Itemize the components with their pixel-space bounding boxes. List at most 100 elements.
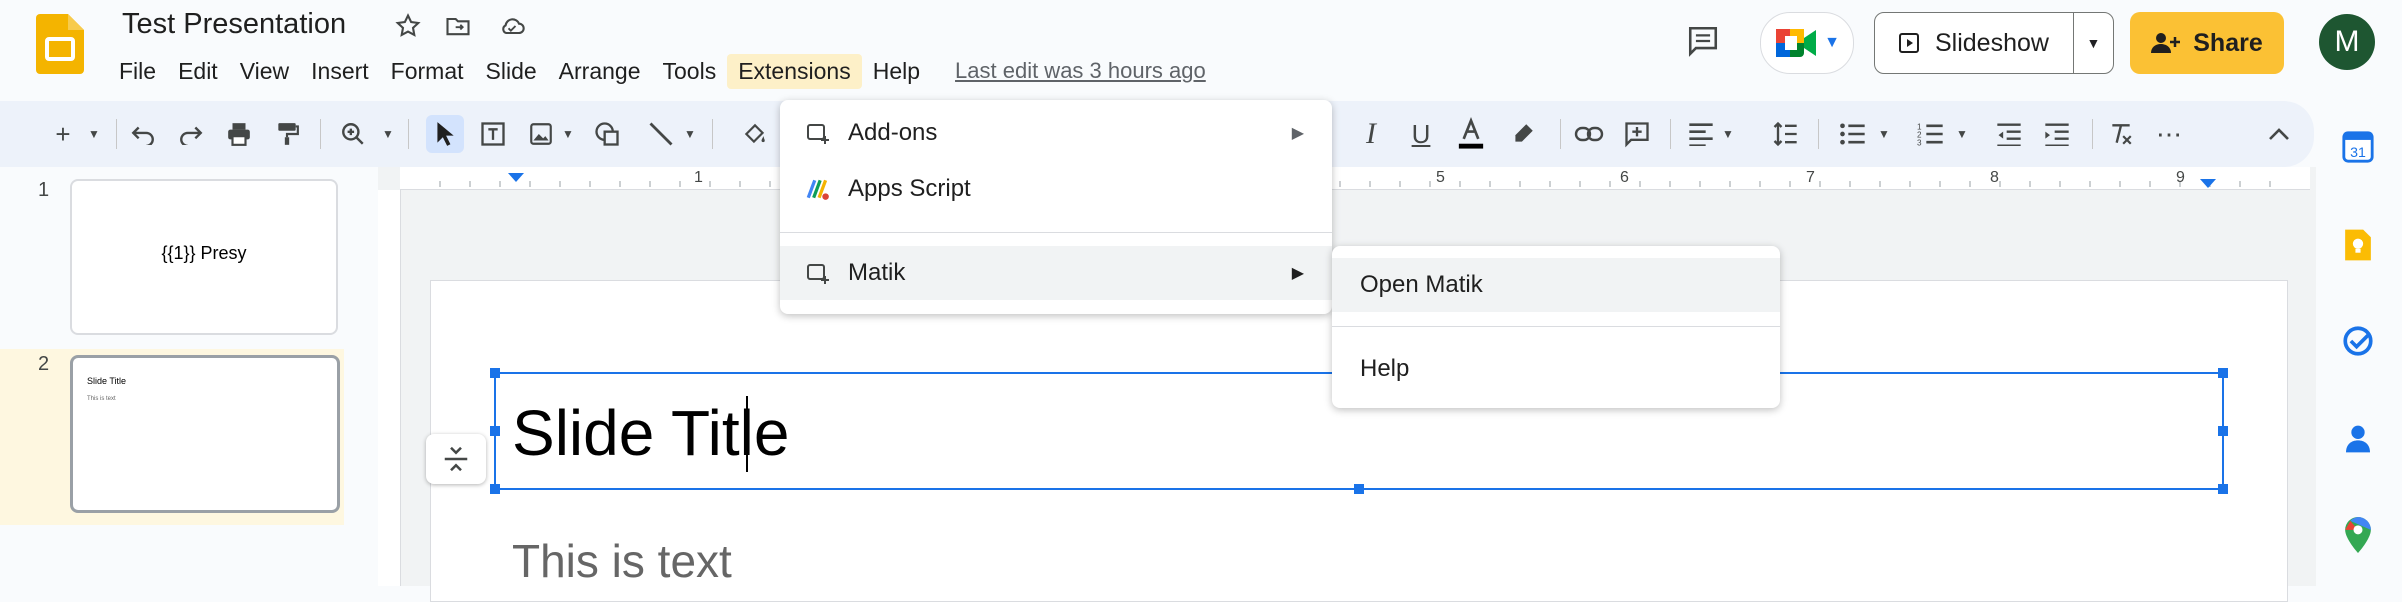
zoom-dropdown-icon[interactable]: ▼	[378, 115, 398, 153]
tasks-icon[interactable]	[2336, 319, 2380, 363]
resize-handle[interactable]	[490, 484, 500, 494]
insert-link-icon[interactable]	[1570, 115, 1608, 153]
matik-submenu: Open Matik Help	[1332, 246, 1780, 408]
toolbar-divider	[712, 119, 713, 149]
thumbnail-body: This is text	[87, 396, 116, 402]
menu-extensions[interactable]: Extensions	[727, 53, 862, 89]
menu-tools[interactable]: Tools	[652, 54, 728, 89]
move-to-folder-icon[interactable]	[442, 10, 474, 42]
line-icon[interactable]	[642, 115, 680, 153]
text-box-icon[interactable]	[474, 115, 512, 153]
menu-item-open-matik[interactable]: Open Matik	[1332, 258, 1780, 312]
slideshow-options-button[interactable]: ▼	[2072, 13, 2113, 73]
last-edit-link[interactable]: Last edit was 3 hours ago	[955, 58, 1206, 84]
ruler-label: 1	[694, 169, 703, 186]
collapse-menus-icon[interactable]	[2260, 115, 2298, 153]
fill-color-icon[interactable]	[736, 115, 774, 153]
ruler-label: 5	[1436, 169, 1445, 186]
line-spacing-icon[interactable]	[1766, 115, 1804, 153]
new-slide-dropdown-icon[interactable]: ▼	[84, 115, 104, 153]
underline-icon[interactable]: U	[1402, 115, 1440, 153]
slide-thumbnail-2[interactable]: Slide Title This is text	[70, 355, 340, 513]
more-options-icon[interactable]: ⋯	[2150, 115, 2188, 153]
slide-thumbnail-1[interactable]: {{1}} Presy	[70, 179, 338, 335]
toolbar-divider	[1560, 119, 1561, 149]
menu-item-apps-script[interactable]: Apps Script	[780, 162, 1332, 216]
resize-handle[interactable]	[1354, 484, 1364, 494]
slide-number: 2	[38, 353, 50, 375]
document-title[interactable]: Test Presentation	[122, 8, 346, 41]
resize-handle[interactable]	[2218, 368, 2228, 378]
menu-insert[interactable]: Insert	[300, 54, 380, 89]
menu-divider	[780, 232, 1332, 233]
new-slide-icon[interactable]: +	[44, 115, 82, 153]
menu-file[interactable]: File	[108, 54, 167, 89]
star-icon[interactable]	[392, 10, 424, 42]
autofit-button[interactable]	[426, 434, 486, 484]
decrease-indent-icon[interactable]	[1990, 115, 2028, 153]
menu-help[interactable]: Help	[862, 54, 931, 89]
menu-item-matik[interactable]: Matik ▶	[780, 246, 1332, 300]
menu-item-add-ons[interactable]: Add-ons ▶	[780, 106, 1332, 160]
calendar-icon[interactable]: 31	[2336, 125, 2380, 169]
ruler-label: 7	[1806, 169, 1815, 186]
increase-indent-icon[interactable]	[2038, 115, 2076, 153]
resize-handle[interactable]	[490, 426, 500, 436]
vertical-align-icon	[444, 446, 468, 472]
menu-edit[interactable]: Edit	[167, 54, 229, 89]
add-comment-icon[interactable]	[1618, 115, 1656, 153]
insert-image-icon[interactable]	[522, 115, 560, 153]
share-button[interactable]: Share	[2130, 12, 2284, 74]
undo-icon[interactable]	[124, 115, 162, 153]
slide-body-text[interactable]: This is text	[512, 534, 732, 588]
keep-icon[interactable]	[2336, 223, 2380, 267]
account-avatar[interactable]: M	[2319, 14, 2375, 70]
meet-button[interactable]: ▼	[1760, 12, 1854, 74]
numbered-list-icon[interactable]: 123	[1912, 115, 1950, 153]
maps-icon[interactable]	[2336, 513, 2380, 557]
menu-slide[interactable]: Slide	[475, 54, 548, 89]
redo-icon[interactable]	[172, 115, 210, 153]
align-icon[interactable]	[1682, 115, 1720, 153]
zoom-icon[interactable]	[334, 115, 372, 153]
resize-handle[interactable]	[490, 368, 500, 378]
menu-item-matik-help[interactable]: Help	[1332, 342, 1780, 396]
toolbar-divider	[1670, 119, 1671, 149]
slides-logo-icon[interactable]	[36, 14, 84, 74]
resize-handle[interactable]	[2218, 426, 2228, 436]
comment-history-icon[interactable]	[1682, 20, 1724, 62]
clear-formatting-icon[interactable]	[2102, 115, 2140, 153]
select-cursor-icon[interactable]	[426, 115, 464, 153]
text-color-icon[interactable]	[1452, 115, 1490, 153]
present-icon	[1899, 33, 1919, 53]
ruler-label: 6	[1620, 169, 1629, 186]
menu-format[interactable]: Format	[380, 54, 475, 89]
paint-format-icon[interactable]	[268, 115, 306, 153]
bulleted-list-icon[interactable]	[1834, 115, 1872, 153]
menu-item-label: Add-ons	[848, 119, 938, 146]
shape-icon[interactable]	[588, 115, 626, 153]
side-panel: 31	[2316, 101, 2402, 586]
submenu-arrow-icon: ▶	[1291, 125, 1304, 142]
filmstrip: 1 {{1}} Presy 2 Slide Title This is text	[0, 167, 376, 586]
highlight-color-icon[interactable]	[1504, 115, 1542, 153]
cloud-status-icon[interactable]	[496, 10, 528, 42]
share-label: Share	[2193, 28, 2263, 57]
person-add-icon	[2151, 33, 2181, 53]
image-dropdown-icon[interactable]: ▼	[558, 115, 578, 153]
ruler-ticks	[439, 173, 2271, 188]
bulleted-list-dropdown-icon[interactable]: ▼	[1874, 115, 1894, 153]
toolbar-divider	[116, 119, 117, 149]
menu-item-label: Apps Script	[848, 175, 971, 202]
menu-arrange[interactable]: Arrange	[548, 54, 652, 89]
menu-view[interactable]: View	[229, 54, 300, 89]
svg-text:31: 31	[2350, 145, 2366, 161]
line-dropdown-icon[interactable]: ▼	[680, 115, 700, 153]
contacts-icon[interactable]	[2336, 417, 2380, 461]
italic-icon[interactable]: I	[1352, 115, 1390, 153]
slideshow-button[interactable]: Slideshow	[1875, 13, 2073, 73]
numbered-list-dropdown-icon[interactable]: ▼	[1952, 115, 1972, 153]
print-icon[interactable]	[220, 115, 258, 153]
resize-handle[interactable]	[2218, 484, 2228, 494]
align-dropdown-icon[interactable]: ▼	[1718, 115, 1738, 153]
